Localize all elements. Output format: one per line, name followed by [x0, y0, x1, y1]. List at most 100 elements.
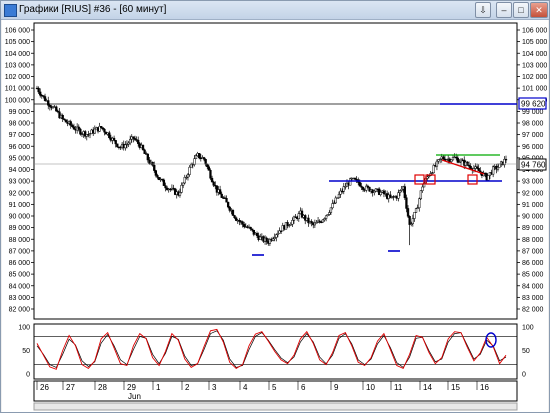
y-tick-label-right: 99 000 [522, 109, 544, 116]
candle-body [331, 203, 334, 209]
candle-body [180, 185, 183, 193]
close-button[interactable]: ✕ [530, 2, 548, 18]
month-label: Jun [128, 392, 141, 401]
last-price-label: 94 760 [521, 161, 546, 170]
y-tick-label-left: 98 000 [9, 121, 31, 128]
y-tick-label-left: 83 000 [9, 295, 31, 302]
x-day-label: 15 [451, 383, 460, 392]
candle-body [225, 198, 228, 203]
x-day-label: 10 [366, 383, 375, 392]
y-tick-label-right: 102 000 [522, 74, 547, 81]
y-tick-label-left: 90 000 [9, 214, 31, 221]
candle-body [418, 198, 421, 209]
candle-body [156, 175, 159, 178]
y-tick-label-right: 97 000 [522, 132, 544, 139]
candle-body [209, 170, 212, 179]
chart-area[interactable]: 106 000 105 000 104 000 103 000 102 000 101 0… [2, 20, 548, 412]
title-bar[interactable]: Графики [RIUS] #36 - [60 минут] ⇩ – □ ✕ [1, 1, 549, 20]
x-day-label: 5 [272, 383, 277, 392]
candle-body [228, 206, 231, 211]
y-tick-label-left: 93 000 [9, 179, 31, 186]
candle-body [408, 216, 411, 225]
y-tick-label-right: 106 000 [522, 28, 547, 35]
candle-body [212, 181, 215, 186]
candle-body [204, 159, 207, 165]
candle-body [406, 208, 410, 217]
candle-body [39, 91, 42, 96]
y-tick-label-right: 88 000 [522, 237, 544, 244]
candle-body [275, 234, 278, 238]
osc-tick-label-left: 0 [26, 372, 30, 379]
y-tick-label-left: 95 000 [9, 155, 31, 162]
candle-body [124, 144, 127, 149]
candle-body [442, 156, 445, 160]
candle-body [153, 165, 156, 171]
candle-body [421, 186, 424, 191]
candle-body [116, 143, 119, 148]
candle-body [93, 128, 96, 134]
x-day-label: 26 [40, 383, 49, 392]
candle-body [178, 192, 182, 196]
y-tick-label-left: 101 000 [5, 86, 30, 93]
candle-body [487, 175, 490, 181]
price-chart-svg[interactable]: 106 000 105 000 104 000 103 000 102 000 101 0… [2, 20, 548, 412]
minimize-button[interactable]: – [496, 2, 512, 18]
candle-body [504, 158, 508, 161]
y-tick-label-right: 89 000 [522, 225, 544, 232]
candle-body [243, 224, 246, 227]
download-button[interactable]: ⇩ [475, 2, 491, 18]
y-tick-label-left: 87 000 [9, 248, 31, 255]
candle-body [137, 139, 140, 144]
candle-body [265, 237, 268, 242]
y-tick-label-left: 104 000 [5, 51, 30, 58]
horizontal-scrollbar[interactable] [33, 402, 518, 411]
x-day-label: 2 [185, 383, 190, 392]
candle-body [210, 177, 214, 183]
x-day-label: 3 [212, 383, 217, 392]
x-day-label: 29 [127, 383, 136, 392]
candle-body [349, 178, 352, 186]
x-day-label: 28 [98, 383, 107, 392]
candle-body [218, 189, 222, 195]
candle-body [146, 153, 149, 161]
candle-body [414, 208, 418, 213]
candle-body [477, 168, 480, 172]
candle-body [492, 166, 495, 175]
candle-body [226, 201, 230, 208]
y-tick-label-right: 92 000 [522, 190, 544, 197]
y-tick-label-left: 91 000 [9, 202, 31, 209]
candle-body [182, 182, 185, 186]
candle-body [271, 238, 275, 241]
candle-body [72, 126, 76, 130]
maximize-button[interactable]: □ [513, 2, 529, 18]
candle-body [186, 174, 190, 178]
y-tick-label-left: 106 000 [5, 28, 30, 35]
candle-body [61, 114, 64, 120]
x-day-label: 4 [243, 383, 248, 392]
y-tick-label-left: 86 000 [9, 260, 31, 267]
candle-body [405, 197, 408, 209]
chart-window: Графики [RIUS] #36 - [60 минут] ⇩ – □ ✕ … [0, 0, 550, 413]
candle-body [108, 132, 111, 139]
candle-body [103, 128, 106, 133]
candle-body [233, 215, 236, 219]
level-price-label: 99 620 [521, 100, 546, 109]
candle-body [129, 139, 132, 144]
y-tick-label-right: 87 000 [522, 248, 544, 255]
candle-body [469, 165, 472, 169]
candle-body [432, 165, 435, 174]
y-tick-label-left: 89 000 [9, 225, 31, 232]
y-tick-label-left: 103 000 [5, 62, 30, 69]
candle-body [198, 153, 201, 159]
candle-body [162, 179, 166, 186]
candle-body [297, 213, 300, 219]
y-tick-label-left: 105 000 [5, 39, 30, 46]
y-tick-label-right: 103 000 [522, 62, 547, 69]
y-tick-label-left: 94 000 [9, 167, 31, 174]
y-tick-label-left: 88 000 [9, 237, 31, 244]
y-tick-label-left: 92 000 [9, 190, 31, 197]
candle-body [194, 155, 198, 159]
y-tick-label-left: 102 000 [5, 74, 30, 81]
candle-body [241, 221, 244, 225]
osc-tick-label-left: 100 [18, 325, 30, 332]
